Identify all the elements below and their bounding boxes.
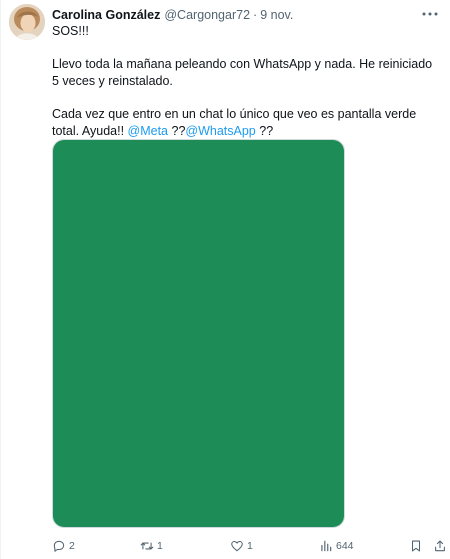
tweet-media-image[interactable]	[52, 139, 345, 528]
tweet-line-2: Llevo toda la mañana peleando con WhatsA…	[52, 57, 433, 88]
green-screen-image	[53, 140, 344, 527]
bookmark-button[interactable]	[409, 537, 423, 555]
like-count: 1	[247, 540, 253, 552]
author-display-name[interactable]: Carolina González	[52, 8, 160, 22]
tweet-question-marks: ??	[168, 124, 186, 138]
like-button[interactable]: 1	[230, 537, 253, 555]
views-count: 644	[336, 540, 354, 552]
tweet-question-marks-end: ??	[255, 124, 274, 138]
share-button[interactable]	[433, 537, 447, 555]
more-button[interactable]	[420, 6, 440, 22]
mention-whatsapp[interactable]: @WhatsApp	[185, 124, 255, 138]
views-icon	[321, 540, 332, 552]
avatar-image	[9, 4, 45, 40]
heart-icon	[231, 540, 243, 552]
retweet-button[interactable]: 1	[140, 537, 163, 555]
tweet-line-3: Cada vez que entro en un chat lo único q…	[52, 106, 438, 140]
reply-count: 2	[69, 540, 75, 552]
tweet: Carolina González @Cargongar72 · 9 nov. …	[0, 0, 450, 559]
retweet-icon	[140, 542, 154, 550]
share-icon	[435, 540, 445, 552]
reply-icon	[53, 540, 65, 552]
separator-dot: ·	[253, 8, 258, 22]
timestamp[interactable]: 9 nov.	[260, 8, 293, 22]
tweet-text: SOS!!! Llevo toda la mañana peleando con…	[52, 23, 438, 140]
mention-meta[interactable]: @Meta	[128, 124, 168, 138]
retweet-count: 1	[157, 540, 163, 552]
more-icon	[422, 12, 438, 16]
views-button[interactable]: 644	[319, 537, 354, 555]
reply-button[interactable]: 2	[52, 537, 75, 555]
action-bar: 2 1 1 644	[52, 537, 445, 555]
author-handle[interactable]: @Cargongar72	[164, 8, 250, 22]
avatar[interactable]	[9, 4, 45, 40]
tweet-header: Carolina González @Cargongar72 · 9 nov.	[52, 6, 414, 24]
tweet-line-1: SOS!!!	[52, 24, 89, 38]
bookmark-icon	[411, 540, 421, 552]
